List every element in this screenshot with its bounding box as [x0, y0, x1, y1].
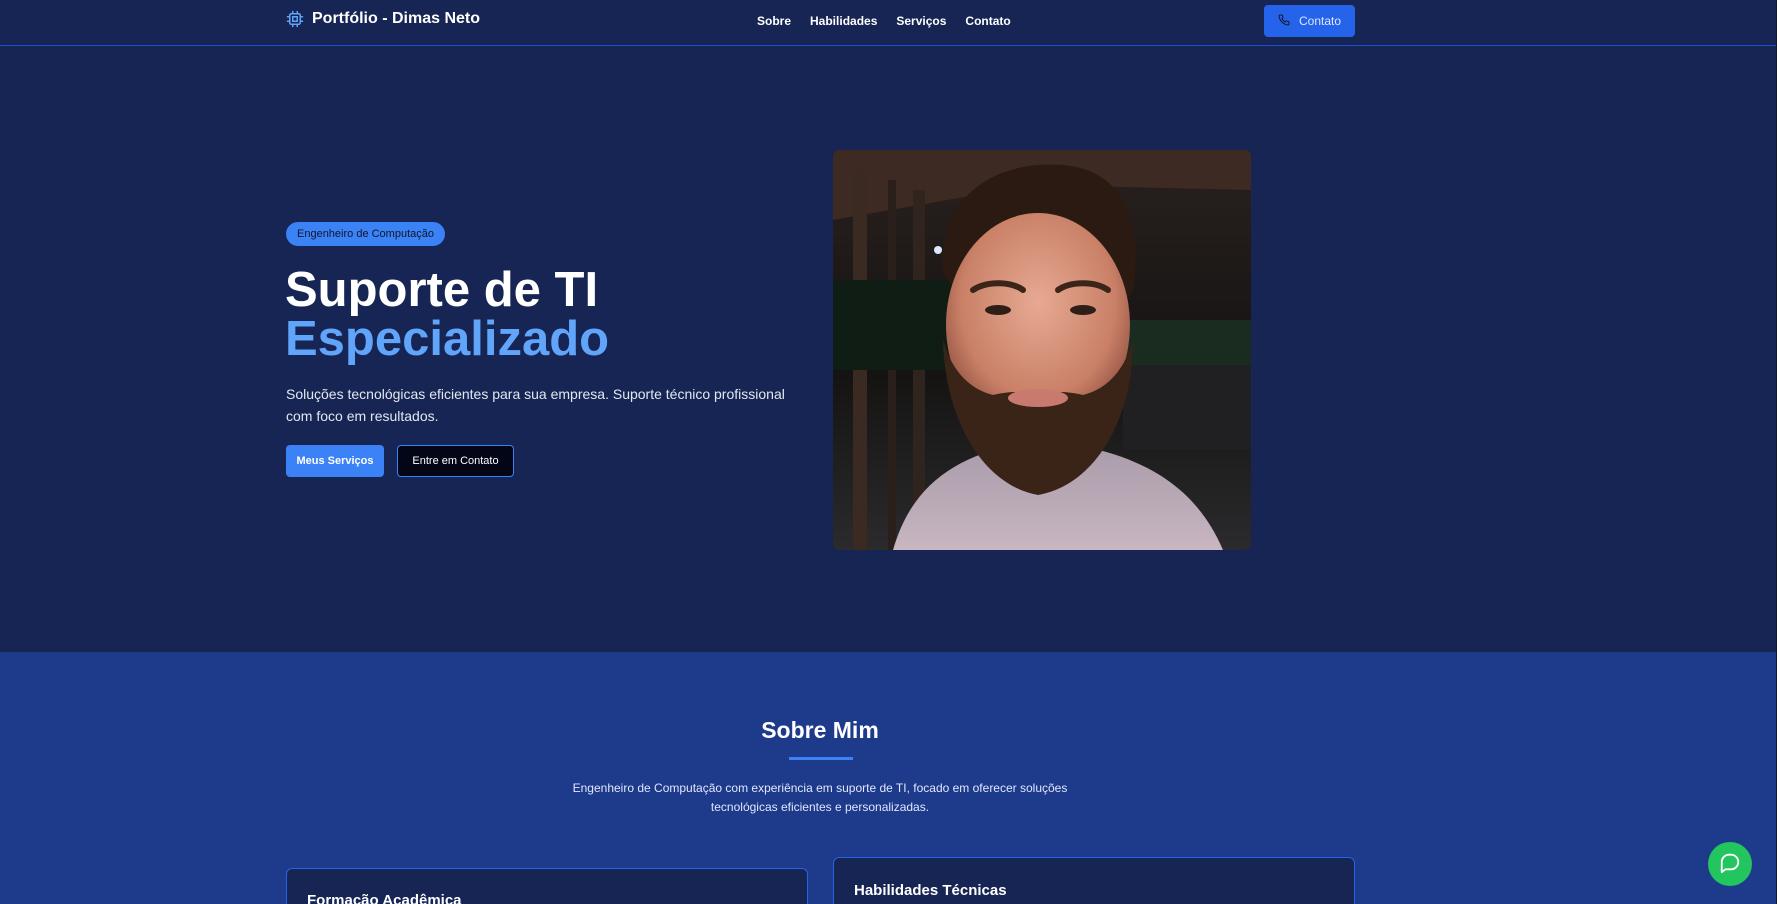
get-in-touch-button[interactable]: Entre em Contato [397, 445, 514, 477]
nav-link-sobre[interactable]: Sobre [757, 14, 791, 28]
hero-description: Soluções tecnológicas eficientes para su… [286, 386, 785, 424]
hero-title: Suporte de TI [285, 263, 599, 317]
services-button[interactable]: Meus Serviços [286, 445, 384, 477]
phone-icon [1278, 13, 1290, 29]
nav-link-servicos[interactable]: Serviços [896, 14, 946, 28]
chat-button[interactable] [1708, 842, 1752, 886]
contact-button-label: Contato [1298, 14, 1342, 28]
education-card-title: Formação Acadêmica [307, 892, 462, 904]
navbar: Portfólio - Dimas Neto Sobre Habilidades… [0, 0, 1777, 46]
role-badge: Engenheiro de Computação [286, 222, 445, 246]
profile-photo [833, 150, 1251, 550]
chat-bubble-icon [1719, 851, 1741, 878]
about-section: Sobre Mim Engenheiro de Computação com e… [0, 652, 1777, 904]
about-title: Sobre Mim [761, 717, 879, 743]
hero-section: Engenheiro de Computação Suporte de TI E… [0, 47, 1777, 652]
chip-icon [286, 10, 304, 28]
title-underline [789, 757, 853, 760]
skills-card-title: Habilidades Técnicas [854, 882, 1007, 899]
nav-links: Sobre Habilidades Serviços Contato [757, 14, 1011, 28]
hero-title-accent: Especializado [285, 312, 610, 366]
page: Portfólio - Dimas Neto Sobre Habilidades… [0, 0, 1777, 904]
skills-card: Habilidades Técnicas [833, 857, 1355, 904]
contact-button[interactable]: Contato [1264, 5, 1355, 37]
brand[interactable]: Portfólio - Dimas Neto [286, 10, 480, 28]
about-description: Engenheiro de Computação com experiência… [572, 781, 1068, 814]
nav-link-contato[interactable]: Contato [965, 14, 1010, 28]
education-card: Formação Acadêmica [286, 868, 808, 904]
brand-name: Portfólio - Dimas Neto [312, 10, 481, 27]
nav-link-habilidades[interactable]: Habilidades [810, 14, 877, 28]
